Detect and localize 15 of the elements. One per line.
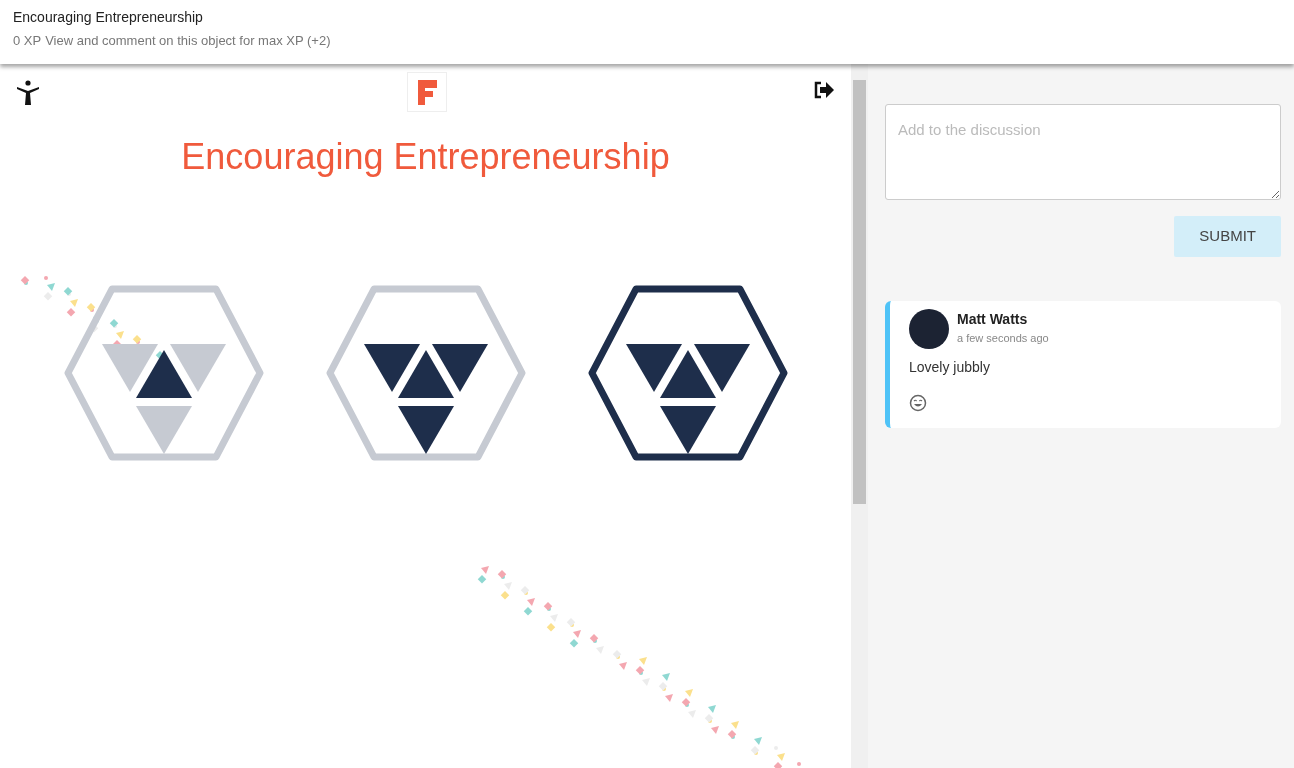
- exit-icon[interactable]: [813, 80, 835, 100]
- scrollbar-thumb[interactable]: [853, 80, 866, 504]
- smiley-icon[interactable]: [909, 393, 927, 412]
- xp-count: 0 XP: [13, 32, 42, 50]
- xp-hint: View and comment on this object for max XP (+2): [45, 32, 331, 50]
- logo-icon: [406, 72, 447, 112]
- discussion-field[interactable]: Add to the discussion: [885, 104, 1281, 200]
- comment-author: Matt Watts: [957, 309, 1029, 329]
- submit-button[interactable]: SUBMIT: [1174, 216, 1281, 257]
- comment-text: Lovely jubbly: [909, 357, 991, 377]
- content-title: Encouraging Entrepreneurship: [180, 135, 671, 179]
- avatar-placeholder: [909, 308, 949, 349]
- comment-time: a few seconds ago: [957, 330, 1049, 346]
- page-title: Encouraging Entrepreneurship: [13, 8, 204, 27]
- accessibility-icon[interactable]: [16, 80, 40, 106]
